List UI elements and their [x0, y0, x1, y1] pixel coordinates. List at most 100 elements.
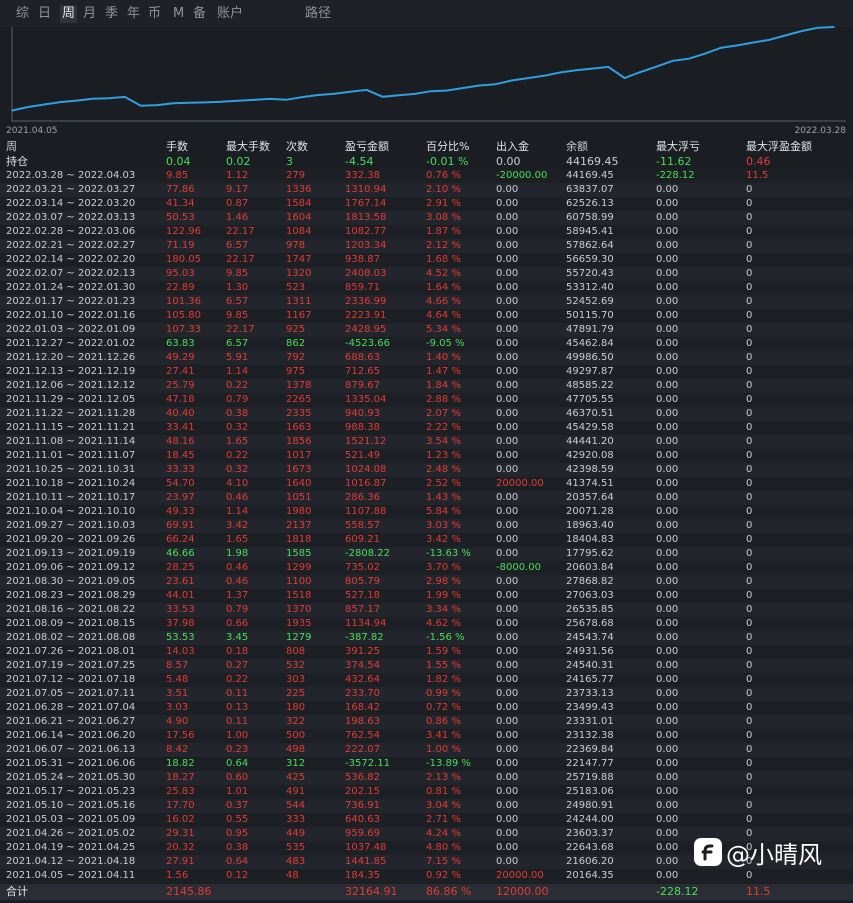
cell-max-lots: 0.46	[226, 562, 249, 573]
table-row[interactable]: 2021.10.18 ~ 2021.10.24 54.70 4.10 1640 1016…	[0, 477, 853, 491]
cell-pnl: 527.18	[345, 590, 380, 601]
equity-point	[752, 41, 755, 44]
cell-count: 1673	[286, 464, 312, 475]
table-row[interactable]: 2021.07.19 ~ 2021.07.25 8.57 0.27 532 374.54…	[0, 659, 853, 673]
table-row[interactable]: 2021.06.07 ~ 2021.06.13 8.42 0.23 498 222.07…	[0, 743, 853, 757]
table-row[interactable]: 2021.12.06 ~ 2021.12.12 25.79 0.22 1378 879.…	[0, 379, 853, 393]
table-row[interactable]: 2021.08.30 ~ 2021.09.05 23.61 0.46 1100 805.…	[0, 575, 853, 589]
table-row[interactable]: 2021.09.27 ~ 2021.10.03 69.91 3.42 2137 558.…	[0, 519, 853, 533]
cell-count: 792	[286, 352, 306, 363]
table-row[interactable]: 2022.02.28 ~ 2022.03.06 122.96 22.17 1084 10…	[0, 225, 853, 239]
cell-max-float-profit: 0	[746, 744, 753, 755]
total-pct: 86.86 %	[426, 885, 472, 898]
cell-max-lots: 0.18	[226, 646, 249, 657]
table-row[interactable]: 2021.05.03 ~ 2021.05.09 16.02 0.55 333 640.6…	[0, 813, 853, 827]
table-row[interactable]: 2021.09.06 ~ 2021.09.12 28.25 0.46 1299 735.…	[0, 561, 853, 575]
cell-count: 975	[286, 366, 306, 377]
table-row[interactable]: 2021.11.01 ~ 2021.11.07 18.45 0.22 1017 521.…	[0, 449, 853, 463]
cell-max-float-loss: 0.00	[656, 688, 679, 699]
cell-pct: 0.86 %	[426, 716, 461, 727]
cell-max-float-profit: 0	[746, 450, 753, 461]
table-row[interactable]: 2021.10.25 ~ 2021.10.31 33.33 0.32 1673 1024…	[0, 463, 853, 477]
cell-balance: 27868.82	[566, 576, 614, 587]
tab-1[interactable]: 日	[38, 5, 51, 23]
table-row[interactable]: 2021.09.13 ~ 2021.09.19 46.66 1.98 1585 -280…	[0, 547, 853, 561]
tab-0[interactable]: 综	[16, 5, 29, 23]
table-row[interactable]: 2021.09.20 ~ 2021.09.26 66.24 1.65 1818 609.…	[0, 533, 853, 547]
table-row[interactable]: 2021.12.13 ~ 2021.12.19 27.41 1.14 975 712.6…	[0, 365, 853, 379]
cell-max-float-profit: 0	[746, 240, 753, 251]
table-row[interactable]: 2021.08.02 ~ 2021.08.08 53.53 3.45 1279 -387…	[0, 631, 853, 645]
table-row[interactable]: 2021.08.23 ~ 2021.08.29 44.01 1.37 1518 527.…	[0, 589, 853, 603]
cell-balance: 23733.13	[566, 688, 614, 699]
table-row[interactable]: 2021.06.28 ~ 2021.07.04 3.03 0.13 180 168.42…	[0, 701, 853, 715]
table-row[interactable]: 2022.02.14 ~ 2022.02.20 180.05 22.17 1747 93…	[0, 253, 853, 267]
table-row[interactable]: 2021.07.26 ~ 2021.08.01 14.03 0.18 808 391.2…	[0, 645, 853, 659]
table-row[interactable]: 2021.05.10 ~ 2021.05.16 17.70 0.37 544 736.9…	[0, 799, 853, 813]
table-row[interactable]: 2022.02.07 ~ 2022.02.13 95.03 9.85 1320 2408…	[0, 267, 853, 281]
cell-inout: 0.00	[496, 618, 519, 629]
tab-6[interactable]: 币	[148, 5, 161, 23]
cell-pnl: 735.02	[345, 562, 380, 573]
cell-pnl: -2808.22	[345, 548, 390, 559]
table-row[interactable]: 2022.01.03 ~ 2022.01.09 107.33 22.17 925 242…	[0, 323, 853, 337]
cell-max-float-profit: 0	[746, 338, 753, 349]
table-row[interactable]: 2021.05.17 ~ 2021.05.23 25.83 1.01 491 202.1…	[0, 785, 853, 799]
cell-max-float-loss: 0.00	[656, 814, 679, 825]
tab-9[interactable]: 账户	[217, 5, 243, 23]
table-row[interactable]: 2022.03.07 ~ 2022.03.13 50.53 1.46 1604 1813…	[0, 211, 853, 225]
tab-4[interactable]: 季	[105, 5, 118, 23]
cell-balance: 18963.40	[566, 520, 614, 531]
table-row[interactable]: 2021.08.09 ~ 2021.08.15 37.98 0.66 1935 1134…	[0, 617, 853, 631]
table-row[interactable]: 2022.01.10 ~ 2022.01.16 105.80 9.85 1167 222…	[0, 309, 853, 323]
cell-max-float-loss: 0.00	[656, 716, 679, 727]
tab-10[interactable]: 路径	[305, 5, 331, 23]
tab-3[interactable]: 月	[83, 5, 96, 23]
equity-point	[107, 97, 110, 100]
table-row[interactable]: 2022.01.17 ~ 2022.01.23 101.36 6.57 1311 233…	[0, 295, 853, 309]
cell-period: 2021.12.20 ~ 2021.12.26	[6, 352, 136, 363]
table-row[interactable]: 2021.07.12 ~ 2021.07.18 5.48 0.22 303 432.64…	[0, 673, 853, 687]
table-row[interactable]: 2022.03.28 ~ 2022.04.03 9.85 1.12 279 332.38…	[0, 169, 853, 183]
cell-pnl: 286.36	[345, 492, 380, 503]
table-row[interactable]: 2021.12.20 ~ 2021.12.26 49.29 5.91 792 688.6…	[0, 351, 853, 365]
cell-period: 2021.05.31 ~ 2021.06.06	[6, 758, 136, 769]
tab-2[interactable]: 周	[60, 5, 78, 23]
table-row[interactable]: 2021.11.22 ~ 2021.11.28 40.40 0.38 2335 940.…	[0, 407, 853, 421]
equity-point	[591, 67, 593, 70]
table-row[interactable]: 2021.05.31 ~ 2021.06.06 18.82 0.64 312 -3572…	[0, 757, 853, 771]
table-row[interactable]: 2021.05.24 ~ 2021.05.30 18.27 0.60 425 536.8…	[0, 771, 853, 785]
tab-8[interactable]: 备	[193, 5, 206, 23]
cell-max-float-loss: 0.00	[656, 492, 679, 503]
table-row[interactable]: 2022.03.14 ~ 2022.03.20 41.34 0.87 1584 1767…	[0, 197, 853, 211]
table-row[interactable]: 2021.06.14 ~ 2021.06.20 17.56 1.00 500 762.5…	[0, 729, 853, 743]
cell-max-float-loss: 0.00	[656, 856, 679, 867]
tab-7[interactable]: M	[173, 5, 184, 23]
holding-row[interactable]: 持仓 0.04 0.02 3 -4.54 -0.01 % 0.00 44169.…	[0, 155, 853, 169]
tab-5[interactable]: 年	[127, 5, 140, 23]
table-row[interactable]: 2021.10.11 ~ 2021.10.17 23.97 0.46 1051 286.…	[0, 491, 853, 505]
cell-inout: 20000.00	[496, 478, 544, 489]
cell-pct: 1.68 %	[426, 254, 461, 265]
table-row[interactable]: 2021.11.15 ~ 2021.11.21 33.41 0.32 1663 988.…	[0, 421, 853, 435]
cell-balance: 22147.77	[566, 758, 614, 769]
table-row[interactable]: 2021.06.21 ~ 2021.06.27 4.90 0.11 322 198.63…	[0, 715, 853, 729]
table-row[interactable]: 2021.08.16 ~ 2021.08.22 33.53 0.79 1370 857.…	[0, 603, 853, 617]
table-row[interactable]: 2022.01.24 ~ 2022.01.30 22.89 1.30 523 859.7…	[0, 281, 853, 295]
table-row[interactable]: 2021.10.04 ~ 2021.10.10 49.33 1.14 1980 1107…	[0, 505, 853, 519]
cell-period: 2021.08.09 ~ 2021.08.15	[6, 618, 136, 629]
cell-max-float-profit: 0	[746, 422, 753, 433]
cell-pct: 1.55 %	[426, 660, 461, 671]
table-row[interactable]: 2022.03.21 ~ 2022.03.27 77.86 9.17 1336 1310…	[0, 183, 853, 197]
table-row[interactable]: 2021.11.29 ~ 2021.12.05 47.18 0.79 2265 1335…	[0, 393, 853, 407]
table-row[interactable]: 2022.02.21 ~ 2022.02.27 71.19 6.57 978 1203.…	[0, 239, 853, 253]
table-row[interactable]: 2021.11.08 ~ 2021.11.14 48.16 1.65 1856 1521…	[0, 435, 853, 449]
equity-point	[575, 69, 577, 72]
cell-balance: 44169.45	[566, 170, 614, 181]
table-row[interactable]: 2021.04.05 ~ 2021.04.11 1.56 0.12 48 184.35 0…	[0, 869, 853, 883]
table-row[interactable]: 2021.07.05 ~ 2021.07.11 3.51 0.11 225 233.70…	[0, 687, 853, 701]
table-row[interactable]: 2021.12.27 ~ 2022.01.02 63.83 6.57 862 -4523…	[0, 337, 853, 351]
cell-count: 449	[286, 828, 306, 839]
cell-max-float-loss: 0.00	[656, 198, 679, 209]
cell-count: 2265	[286, 394, 312, 405]
